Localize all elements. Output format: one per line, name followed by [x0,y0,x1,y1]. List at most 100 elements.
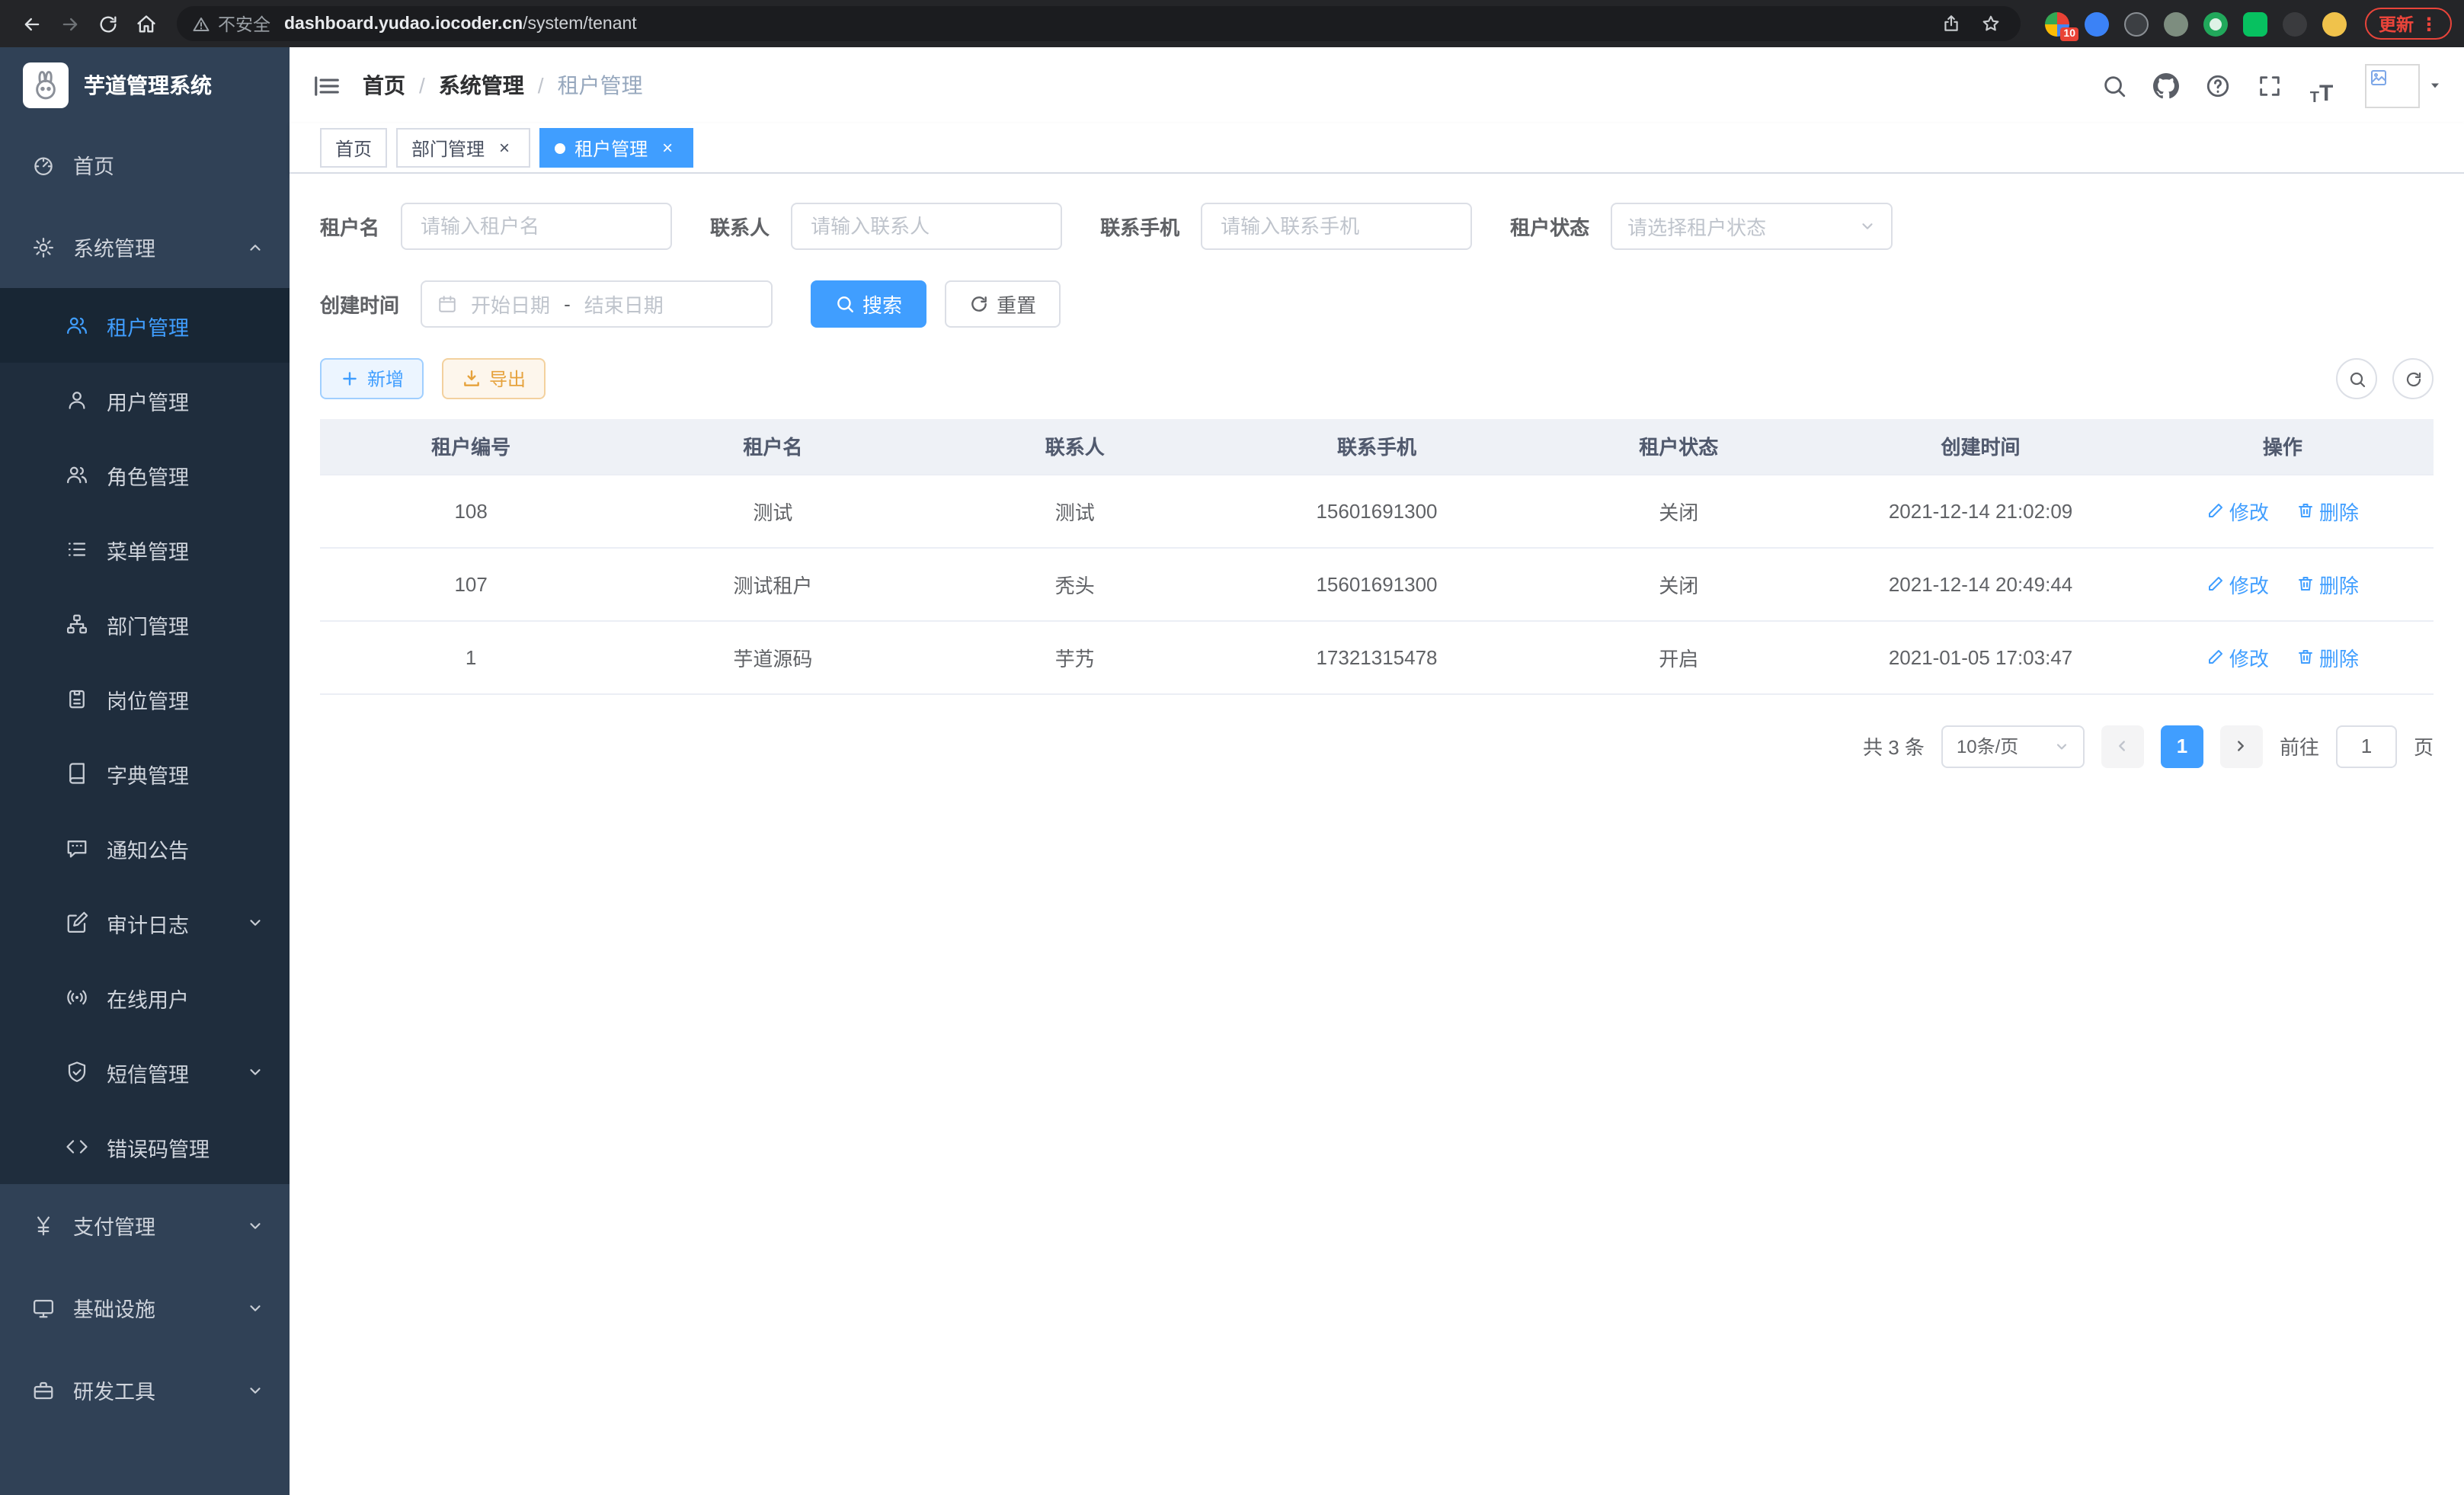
breadcrumb-separator: / [538,73,544,98]
delete-link[interactable]: 删除 [2296,496,2359,525]
sidebar-item-sms[interactable]: 短信管理 [0,1035,290,1109]
sidebar-logo[interactable]: 芋道管理系统 [0,47,290,123]
extension-icon[interactable] [2283,11,2307,36]
refresh-table-button[interactable] [2392,358,2434,399]
tab-dept[interactable]: 部门管理 × [396,128,530,168]
header-search-button[interactable] [2094,65,2135,106]
sidebar-item-dev-tools[interactable]: 研发工具 [0,1349,290,1431]
add-button-label: 新增 [367,366,404,392]
share-button[interactable] [1935,8,1966,39]
table-row: 107 测试租户 秃头 15601691300 关闭 2021-12-14 20… [320,547,2434,620]
breadcrumb-system[interactable]: 系统管理 [439,70,524,101]
date-range-picker[interactable]: 开始日期 - 结束日期 [421,280,773,328]
delete-label: 删除 [2319,569,2359,598]
sidebar-item-notice[interactable]: 通知公告 [0,811,290,885]
close-icon[interactable]: × [494,137,515,158]
security-indicator[interactable]: 不安全 [192,11,270,36]
filter-label: 联系人 [710,212,770,241]
kebab-menu-icon: ⋮ [2420,13,2438,34]
extension-icon[interactable]: 10 [2045,11,2069,36]
column-header: 创建时间 [1829,419,2131,474]
extension-icon[interactable] [2322,11,2347,36]
delete-link[interactable]: 删除 [2296,642,2359,671]
tab-label: 首页 [335,135,372,161]
github-link-button[interactable] [2146,65,2187,106]
chevron-right-icon [2233,738,2250,754]
contact-input[interactable] [791,203,1062,250]
extension-icon[interactable] [2124,11,2149,36]
edit-link[interactable]: 修改 [2206,496,2269,525]
page-size-select[interactable]: 10条/页 [1941,725,2085,767]
browser-update-button[interactable]: 更新 ⋮ [2365,8,2452,40]
sidebar-item-home[interactable]: 首页 [0,123,290,206]
edit-link[interactable]: 修改 [2206,569,2269,598]
sidebar-item-system[interactable]: 系统管理 [0,206,290,288]
edit-link[interactable]: 修改 [2206,642,2269,671]
sidebar-item-tenant[interactable]: 租户管理 [0,288,290,363]
help-button[interactable] [2197,65,2238,106]
edit-note-icon [66,911,88,934]
status-select-placeholder: 请选择租户状态 [1627,212,1766,241]
breadcrumb-separator: / [419,73,425,98]
tenant-table: 租户编号 租户名 联系人 联系手机 租户状态 创建时间 操作 108 测试 [320,419,2434,694]
chevron-up-icon [247,238,264,255]
sidebar-item-audit-log[interactable]: 审计日志 [0,885,290,960]
sidebar-item-dept[interactable]: 部门管理 [0,587,290,661]
cell-phone: 15601691300 [1226,474,1528,547]
extension-icon[interactable] [2243,11,2267,36]
rabbit-logo-icon [29,69,62,102]
sidebar-item-label: 支付管理 [73,1210,155,1240]
message-icon [66,837,88,860]
export-button[interactable]: 导出 [442,358,546,399]
fullscreen-button[interactable] [2249,65,2290,106]
page-number-button[interactable]: 1 [2161,725,2203,767]
sidebar-item-infrastructure[interactable]: 基础设施 [0,1266,290,1349]
prev-page-button[interactable] [2101,725,2144,767]
toggle-search-button[interactable] [2336,358,2377,399]
tenant-name-input[interactable] [401,203,672,250]
bookmark-button[interactable] [1975,8,2005,39]
page: 不安全 dashboard.yudao.iocoder.cn/system/te… [0,0,2464,1495]
sidebar-item-role[interactable]: 角色管理 [0,437,290,512]
extension-icon[interactable] [2164,11,2188,36]
sidebar-item-online-users[interactable]: 在线用户 [0,960,290,1035]
delete-link[interactable]: 删除 [2296,569,2359,598]
browser-toolbar: 不安全 dashboard.yudao.iocoder.cn/system/te… [0,0,2464,47]
add-button[interactable]: 新增 [320,358,424,399]
extension-icon[interactable] [2203,11,2228,36]
tab-tenant[interactable]: 租户管理 × [539,128,693,168]
reset-button[interactable]: 重置 [945,280,1061,328]
address-bar[interactable]: 不安全 dashboard.yudao.iocoder.cn/system/te… [177,6,2021,41]
sidebar-item-menu[interactable]: 菜单管理 [0,512,290,587]
next-page-button[interactable] [2220,725,2263,767]
toolbar-right [2336,358,2434,399]
browser-back-button[interactable] [12,5,50,43]
main-area: 首页 / 系统管理 / 租户管理 [290,47,2464,1495]
cell-actions: 修改 删除 [2132,621,2434,693]
cell-actions: 修改 删除 [2132,475,2434,546]
breadcrumb-home[interactable]: 首页 [363,70,405,101]
column-header: 租户名 [622,419,923,474]
sidebar-item-post[interactable]: 岗位管理 [0,661,290,736]
download-icon [462,369,482,389]
tab-home[interactable]: 首页 [320,128,387,168]
user-menu[interactable] [2365,63,2443,107]
goto-page-input[interactable] [2336,725,2397,767]
sidebar-item-error-code[interactable]: 错误码管理 [0,1109,290,1184]
browser-home-button[interactable] [126,5,165,43]
close-icon[interactable]: × [657,137,678,158]
browser-refresh-button[interactable] [88,5,126,43]
font-size-button[interactable]: TT [2301,65,2342,106]
sidebar-collapse-button[interactable] [290,47,363,123]
sidebar-item-user[interactable]: 用户管理 [0,363,290,437]
sidebar-item-dict[interactable]: 字典管理 [0,736,290,811]
search-button[interactable]: 搜索 [811,280,926,328]
extension-icon[interactable] [2085,11,2109,36]
status-select[interactable]: 请选择租户状态 [1611,203,1893,250]
browser-forward-button[interactable] [50,5,88,43]
filter-label: 创建时间 [320,290,399,319]
search-button-label: 搜索 [862,290,902,319]
phone-input[interactable] [1201,203,1472,250]
sidebar-item-payment[interactable]: 支付管理 [0,1184,290,1266]
cell-created: 2021-12-14 20:49:44 [1829,547,2131,620]
